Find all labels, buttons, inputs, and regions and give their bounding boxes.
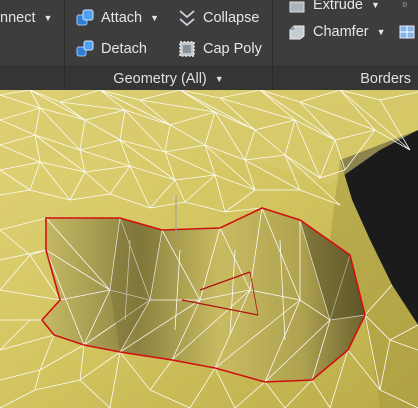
attach-icon	[76, 9, 94, 27]
attach-label: Attach	[101, 10, 143, 26]
extrude-icon	[288, 0, 306, 14]
collapse-label: Collapse	[203, 10, 260, 26]
connect-panel-bar	[0, 66, 64, 91]
detach-icon	[76, 40, 94, 58]
extrude-button[interactable]: Extrude ▼	[288, 0, 380, 17]
chamfer-label: Chamfer	[313, 24, 369, 40]
svg-text:z: z	[172, 193, 176, 202]
chamfer-button[interactable]: Chamfer ▼	[288, 20, 386, 44]
ribbon-toolbar: nnect ▼ Attach ▼ Collapse Detach Cap Pol…	[0, 0, 418, 91]
borders-panel-bar[interactable]: Borders	[273, 66, 418, 90]
borders-panel-label: Borders	[360, 70, 411, 87]
attach-button[interactable]: Attach ▼	[76, 6, 159, 30]
cap-poly-label: Cap Poly	[203, 41, 262, 57]
chevron-down-icon[interactable]: ▼	[377, 27, 386, 37]
chevron-down-icon[interactable]: ▼	[215, 74, 224, 84]
cap-poly-icon	[178, 40, 196, 58]
mesh-render: z	[0, 90, 418, 408]
extrude-label: Extrude	[313, 0, 363, 13]
bridge-button[interactable]	[398, 20, 418, 44]
connect-button[interactable]: nnect ▼	[0, 6, 52, 30]
geometry-panel-label: Geometry (All)	[113, 71, 207, 87]
cap-poly-button[interactable]: Cap Poly	[178, 37, 262, 61]
3d-viewport[interactable]: z	[0, 90, 418, 408]
collapse-icon	[178, 9, 196, 27]
chevron-down-icon[interactable]: ▼	[150, 13, 159, 23]
geometry-panel-bar[interactable]: Geometry (All) ▼	[65, 66, 272, 91]
detach-button[interactable]: Detach	[76, 37, 147, 61]
detach-label: Detach	[101, 41, 147, 57]
connect-label: nnect	[0, 10, 36, 26]
collapse-button[interactable]: Collapse	[178, 6, 259, 30]
extrude-extra-icon[interactable]: ▫	[402, 0, 407, 17]
chevron-down-icon[interactable]: ▼	[371, 0, 380, 10]
chevron-down-icon[interactable]: ▼	[43, 13, 52, 23]
chamfer-icon	[288, 23, 306, 41]
bridge-icon	[398, 23, 416, 41]
